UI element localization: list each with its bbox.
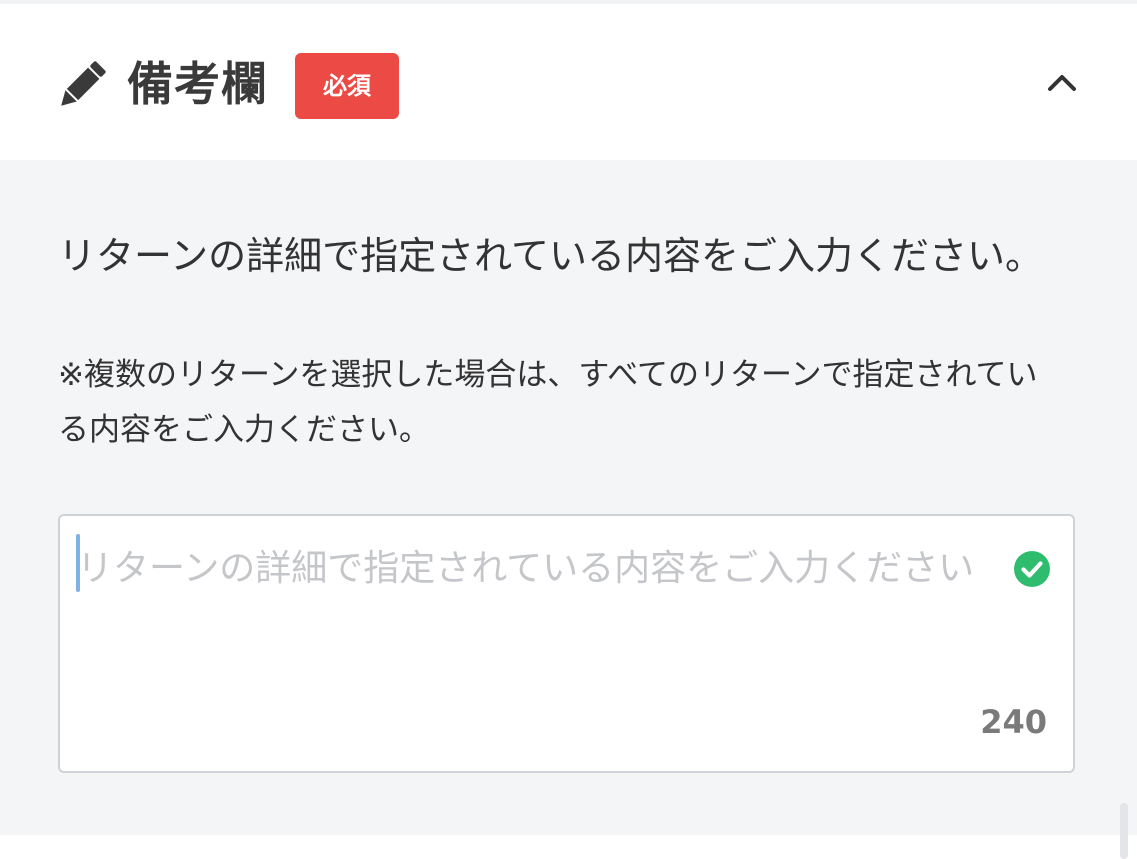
chevron-up-icon: [1048, 75, 1076, 91]
check-circle-icon: [1014, 551, 1050, 587]
instruction-text: リターンの詳細で指定されている内容をご入力ください。: [58, 234, 1043, 278]
remarks-textarea[interactable]: リターンの詳細で指定されている内容をご入力ください 240: [58, 514, 1075, 773]
textarea-placeholder: リターンの詳細で指定されている内容をご入力ください: [77, 548, 975, 589]
section-title: 備考欄: [127, 57, 268, 111]
char-counter: 240: [980, 703, 1047, 741]
bottom-area: [0, 835, 1137, 859]
scrollbar-thumb[interactable]: [1120, 803, 1128, 859]
note-text: ※複数のリターンを選択した場合は、すべてのリターンで指定されている内容をご入力く…: [58, 357, 1038, 448]
pencil-icon: [61, 61, 106, 106]
collapse-toggle-button[interactable]: [1036, 56, 1088, 108]
required-badge: 必須: [295, 53, 399, 119]
